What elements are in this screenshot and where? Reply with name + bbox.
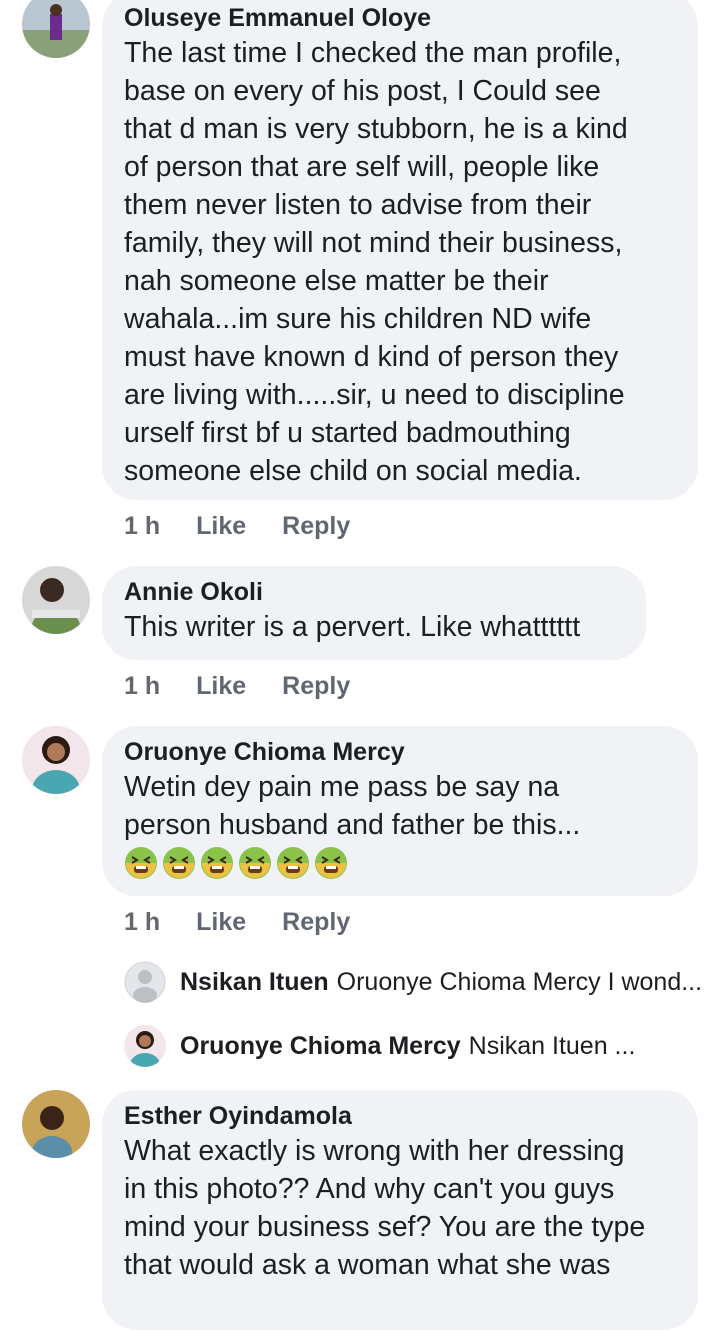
avatar[interactable] [22, 566, 90, 634]
avatar [124, 1025, 166, 1067]
reply-preview[interactable]: Nsikan Ituen Oruonye Chioma Mercy I wond… [124, 961, 702, 1003]
like-button[interactable]: Like [196, 908, 246, 937]
avatar[interactable] [22, 1090, 90, 1158]
comment-author[interactable]: Annie Okoli [124, 576, 624, 608]
nauseated-face-emoji [162, 846, 196, 885]
comment-author[interactable]: Esther Oyindamola [124, 1100, 676, 1132]
emoji-row [124, 846, 676, 885]
nauseated-face-emoji [238, 846, 272, 885]
comment-time: 1 h [124, 672, 161, 700]
reply-button[interactable]: Reply [282, 512, 350, 541]
nauseated-face-emoji [200, 846, 234, 885]
reply-author[interactable]: Oruonye Chioma Mercy [180, 1032, 461, 1061]
reply-preview[interactable]: Oruonye Chioma Mercy Nsikan Ituen ... [124, 1025, 635, 1067]
like-button[interactable]: Like [196, 512, 246, 541]
comment-author[interactable]: Oluseye Emmanuel Oloye [124, 2, 676, 34]
reply-text: Nsikan Ituen ... [468, 1031, 636, 1060]
nauseated-face-emoji [314, 846, 348, 885]
comment-actions: 1 h Like Reply [124, 908, 350, 937]
avatar[interactable] [22, 726, 90, 794]
reply-button[interactable]: Reply [282, 908, 350, 937]
comment-time: 1 h [124, 512, 161, 540]
avatar [124, 961, 166, 1003]
comment-text: What exactly is wrong with her dressing … [124, 1135, 646, 1281]
nauseated-face-emoji [276, 846, 310, 885]
comment-text: This writer is a pervert. Like whatttttt [124, 611, 581, 643]
avatar[interactable] [22, 0, 90, 58]
comment-actions: 1 h Like Reply [124, 512, 350, 541]
comment-bubble: Annie Okoli This writer is a pervert. Li… [102, 566, 646, 660]
nauseated-face-emoji [124, 846, 158, 885]
comment-author[interactable]: Oruonye Chioma Mercy [124, 736, 676, 768]
reply-text: Oruonye Chioma Mercy I wond... [336, 967, 703, 996]
like-button[interactable]: Like [196, 672, 246, 701]
reply-author[interactable]: Nsikan Ituen [180, 968, 329, 997]
reply-button[interactable]: Reply [282, 672, 350, 701]
comment-bubble: Esther Oyindamola What exactly is wrong … [102, 1090, 698, 1330]
comment-bubble: Oluseye Emmanuel Oloye The last time I c… [102, 0, 698, 500]
comment-time: 1 h [124, 908, 161, 936]
comment-text: The last time I checked the man profile,… [124, 37, 628, 487]
comment-text: Wetin dey pain me pass be say na person … [124, 771, 581, 841]
comment-bubble: Oruonye Chioma Mercy Wetin dey pain me p… [102, 726, 698, 896]
comment-actions: 1 h Like Reply [124, 672, 350, 701]
